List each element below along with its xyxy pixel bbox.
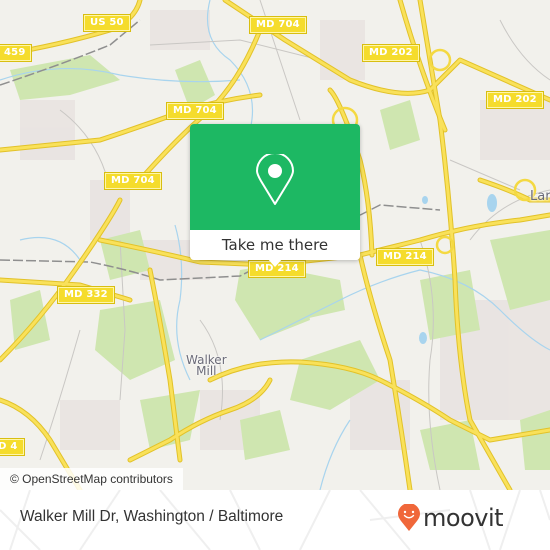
- road-shield-md-202: MD 202: [362, 44, 420, 62]
- road-shield-md-704: MD 704: [104, 172, 162, 190]
- take-me-there-button[interactable]: Take me there: [190, 230, 360, 260]
- popup-pointer: [267, 258, 283, 267]
- map-attribution[interactable]: © OpenStreetMap contributors: [0, 468, 183, 490]
- place-label-line: Lar: [530, 189, 550, 204]
- road-shield-md-202: MD 202: [486, 91, 544, 109]
- moovit-pin-icon: [398, 504, 420, 531]
- map-view[interactable]: US 50 459 MD 704 MD 704 MD 704 MD 202 MD…: [0, 0, 550, 490]
- place-label-walker-mill: Walker Mill: [186, 354, 227, 378]
- road-shield-md-704: MD 704: [166, 102, 224, 120]
- moovit-logo[interactable]: moovit: [398, 503, 504, 533]
- place-label-largo: Lar: [530, 189, 550, 204]
- place-label-line: Mill: [196, 364, 217, 378]
- road-shield-md-4: MD 4: [0, 438, 25, 456]
- popup-footer: Take me there: [190, 230, 360, 260]
- road-shield-md-704: MD 704: [249, 16, 307, 34]
- location-pin-icon: [256, 154, 294, 205]
- road-shield-md-214: MD 214: [376, 248, 434, 266]
- road-shield-459: 459: [0, 44, 33, 62]
- brand-wordmark: moovit: [423, 504, 504, 532]
- popup-header: [190, 124, 360, 230]
- location-title: Walker Mill Dr, Washington / Baltimore: [20, 508, 284, 525]
- road-shield-us-50: US 50: [83, 14, 131, 32]
- location-popup: Take me there: [190, 124, 360, 267]
- footer-bar: Walker Mill Dr, Washington / Baltimore m…: [0, 490, 550, 550]
- road-shield-md-332: MD 332: [57, 286, 115, 304]
